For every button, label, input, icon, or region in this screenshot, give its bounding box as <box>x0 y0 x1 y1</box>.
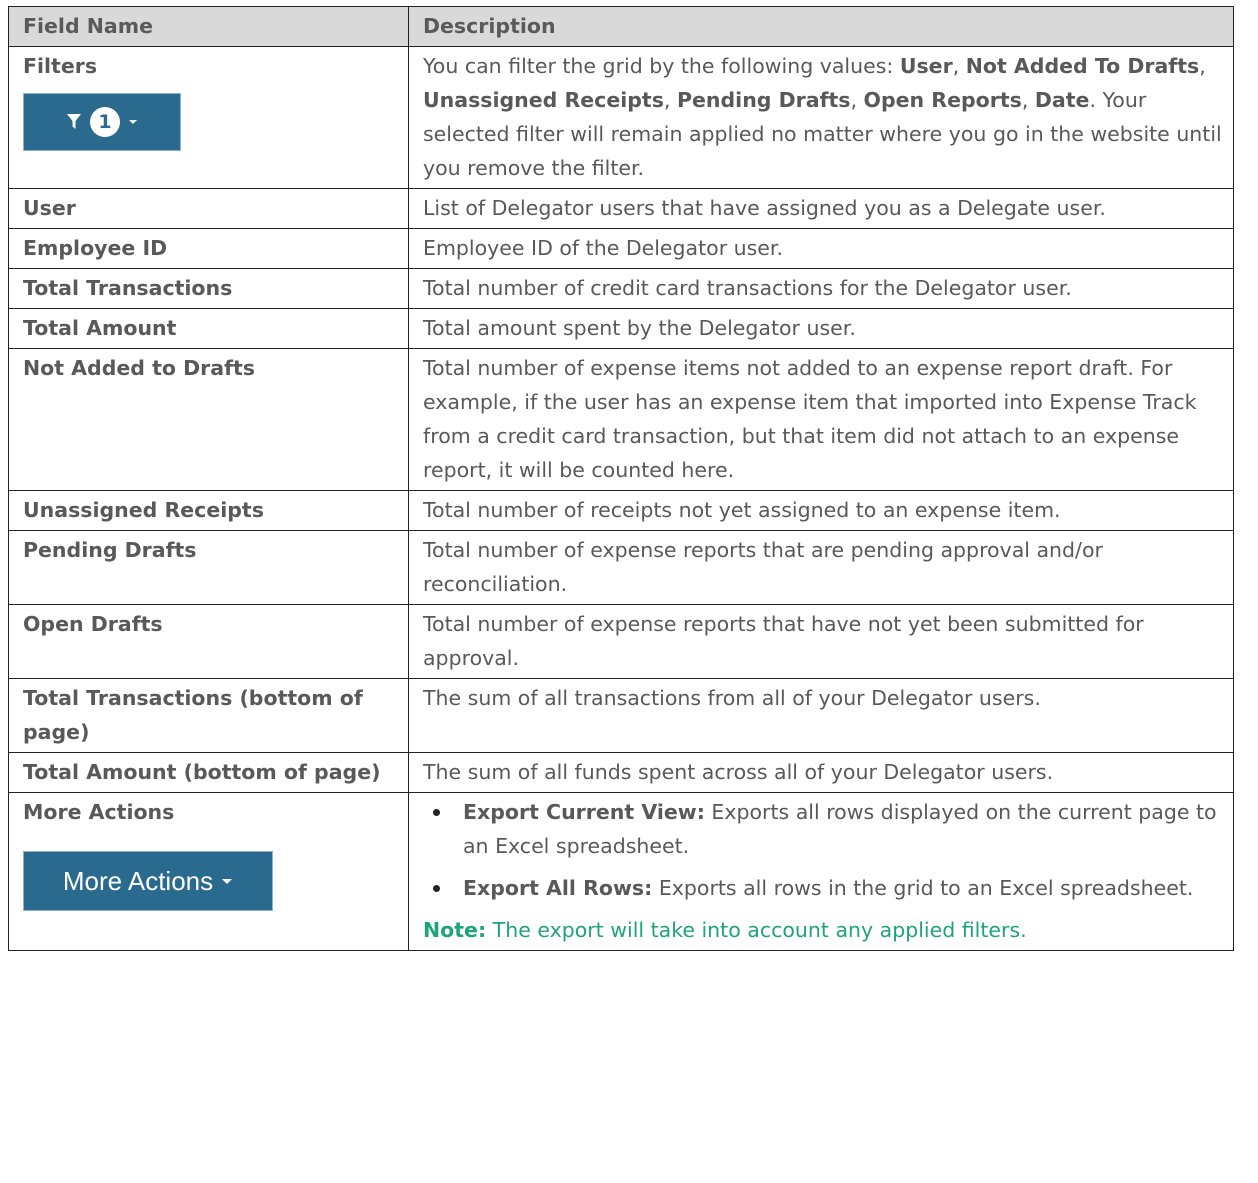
description-cell: Total number of expense reports that are… <box>408 530 1234 605</box>
filter-funnel-icon <box>67 114 81 129</box>
table-row: Open Drafts Total number of expense repo… <box>8 604 1234 679</box>
filters-intro-text: You can filter the grid by the following… <box>423 54 900 78</box>
description-cell: Total number of expense items not added … <box>408 348 1234 491</box>
description-cell: Total number of credit card transactions… <box>408 268 1234 309</box>
description-cell: Total number of receipts not yet assigne… <box>408 490 1234 531</box>
header-field-name: Field Name <box>8 6 409 47</box>
field-name: Total Transactions <box>8 268 409 309</box>
field-name: Unassigned Receipts <box>8 490 409 531</box>
field-name: More Actions <box>23 800 175 824</box>
description-cell: List of Delegator users that have assign… <box>408 188 1234 229</box>
export-options-list: Export Current View: Exports all rows di… <box>423 795 1223 905</box>
list-item: Export All Rows: Exports all rows in the… <box>433 871 1223 905</box>
table-row: Total Transactions Total number of credi… <box>8 268 1234 309</box>
field-cell: More Actions More Actions <box>8 792 409 951</box>
caret-down-icon <box>129 120 137 124</box>
table-row: Total Amount Total amount spent by the D… <box>8 308 1234 349</box>
description-cell: Export Current View: Exports all rows di… <box>408 792 1234 951</box>
table-row-more-actions: More Actions More Actions Export Current… <box>8 792 1234 951</box>
export-current-view-title: Export Current View: <box>463 800 705 824</box>
table-row-filters: Filters 1 You can filter the grid by the… <box>8 46 1234 189</box>
field-name: Not Added to Drafts <box>8 348 409 491</box>
field-name: Filters <box>23 54 98 78</box>
table-row: Unassigned Receipts Total number of rece… <box>8 490 1234 531</box>
field-name: Open Drafts <box>8 604 409 679</box>
field-name: Total Transactions (bottom of page) <box>8 678 409 753</box>
field-name: Pending Drafts <box>8 530 409 605</box>
note-text: The export will take into account any ap… <box>486 918 1027 942</box>
filter-value-not-added: Not Added To Drafts <box>965 54 1200 78</box>
more-actions-button-label: More Actions <box>62 866 214 896</box>
note: Note: The export will take into account … <box>423 913 1223 947</box>
filter-value-unassigned: Unassigned Receipts <box>423 88 664 112</box>
field-name: User <box>8 188 409 229</box>
description-cell: Total number of expense reports that hav… <box>408 604 1234 679</box>
filter-value-date: Date <box>1034 88 1090 112</box>
description-cell: The sum of all funds spent across all of… <box>408 752 1234 793</box>
description-cell: You can filter the grid by the following… <box>408 46 1234 189</box>
table-header-row: Field Name Description <box>8 6 1234 47</box>
field-name: Total Amount (bottom of page) <box>8 752 409 793</box>
table-row: User List of Delegator users that have a… <box>8 188 1234 229</box>
header-description: Description <box>408 6 1234 47</box>
table-row: Pending Drafts Total number of expense r… <box>8 530 1234 605</box>
description-cell: Employee ID of the Delegator user. <box>408 228 1234 269</box>
description-cell: Total amount spent by the Delegator user… <box>408 308 1234 349</box>
filter-value-pending: Pending Drafts <box>676 88 851 112</box>
table-row: Not Added to Drafts Total number of expe… <box>8 348 1234 491</box>
field-name: Total Amount <box>8 308 409 349</box>
description-cell: The sum of all transactions from all of … <box>408 678 1234 753</box>
table-row: Total Transactions (bottom of page) The … <box>8 678 1234 753</box>
field-name: Employee ID <box>8 228 409 269</box>
caret-down-icon <box>222 879 233 884</box>
export-all-rows-title: Export All Rows: <box>463 876 653 900</box>
table-row: Employee ID Employee ID of the Delegator… <box>8 228 1234 269</box>
list-item: Export Current View: Exports all rows di… <box>433 795 1223 863</box>
filter-value-open: Open Reports <box>863 88 1022 112</box>
field-description-table: Field Name Description Filters 1 You can… <box>8 6 1234 951</box>
table-row: Total Amount (bottom of page) The sum of… <box>8 752 1234 793</box>
filter-value-user: User <box>899 54 953 78</box>
export-all-rows-text: Exports all rows in the grid to an Excel… <box>652 876 1194 900</box>
field-cell: Filters 1 <box>8 46 409 189</box>
note-label: Note: <box>423 918 487 942</box>
filter-count-badge: 1 <box>90 107 120 137</box>
filter-button[interactable]: 1 <box>23 93 181 151</box>
more-actions-button[interactable]: More Actions <box>23 851 273 911</box>
